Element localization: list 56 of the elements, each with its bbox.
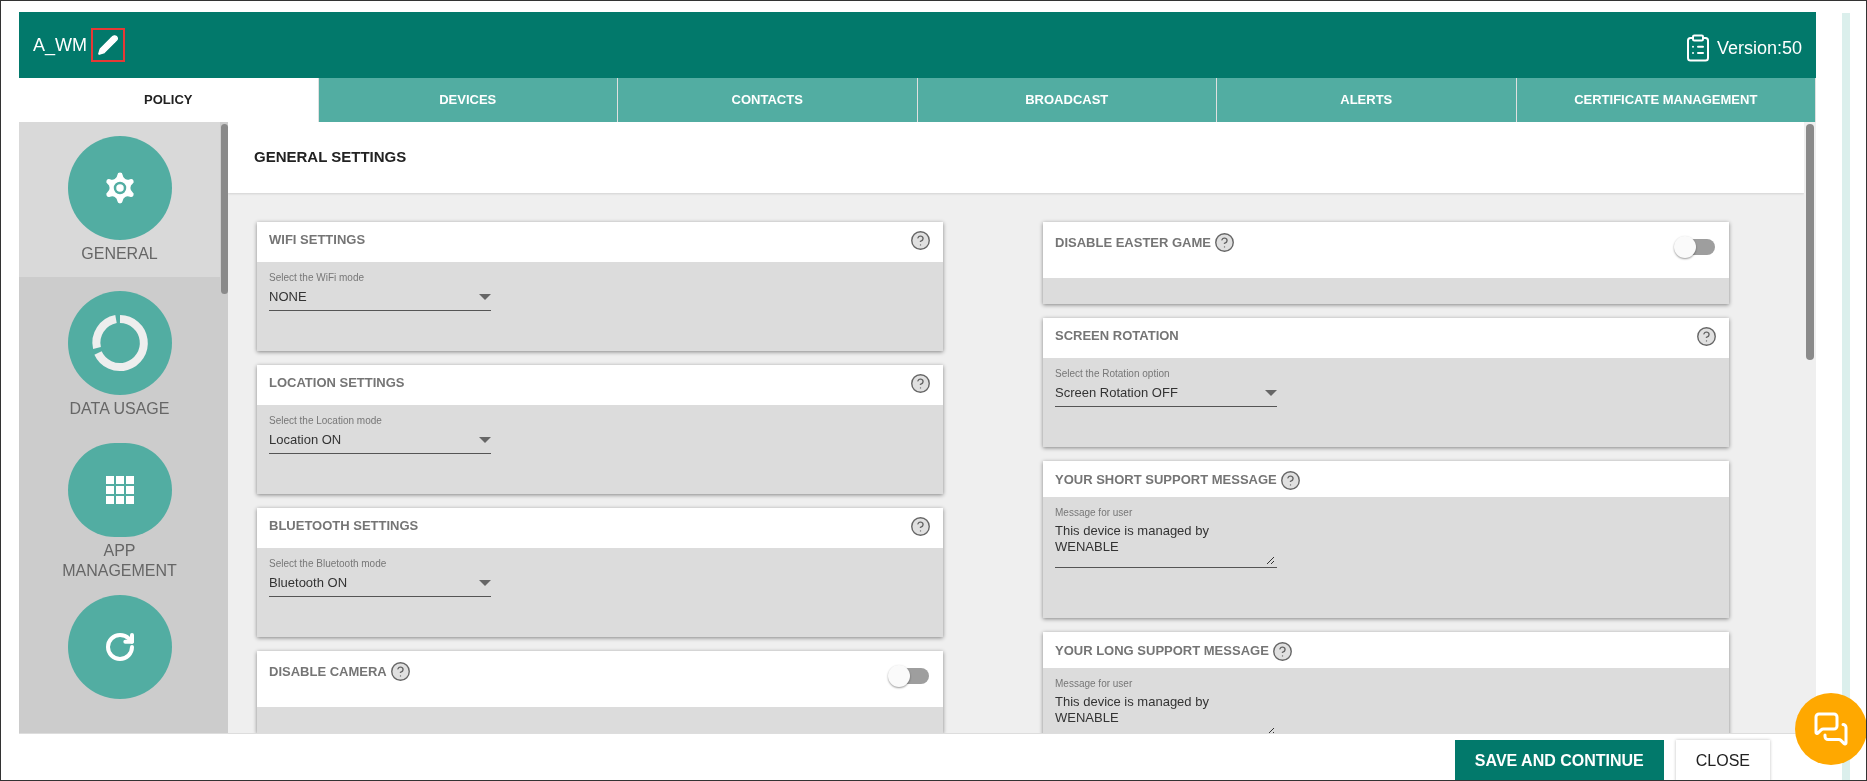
tab[interactable]: BROADCAST <box>917 78 1217 122</box>
dropdown-select[interactable]: NONE <box>269 285 491 311</box>
tab[interactable]: ALERTS <box>1217 78 1517 122</box>
card-title: YOUR LONG SUPPORT MESSAGE <box>1055 642 1269 661</box>
card-title: LOCATION SETTINGS <box>269 374 405 393</box>
version-label: Version:50 <box>1716 36 1802 60</box>
scrollbar-thumb[interactable] <box>1806 124 1814 360</box>
caret-icon <box>479 293 491 300</box>
tab[interactable]: CONTACTS <box>618 78 918 122</box>
help-icon[interactable] <box>1696 325 1717 347</box>
resize-handle-icon <box>1266 556 1275 565</box>
ring-chart-icon <box>89 313 150 373</box>
close-button[interactable]: CLOSE <box>1675 740 1770 780</box>
card-title: BLUETOOTH SETTINGS <box>269 517 419 536</box>
dropdown-select[interactable]: Location ON <box>269 428 491 454</box>
pencil-icon <box>97 34 119 56</box>
card-title: DISABLE EASTER GAME <box>1055 233 1211 252</box>
toggle-switch[interactable] <box>1673 235 1717 259</box>
card-title: WIFI SETTINGS <box>269 231 366 250</box>
tab[interactable]: DEVICES <box>318 78 618 122</box>
help-icon[interactable] <box>910 515 931 537</box>
toggle-switch[interactable] <box>887 664 931 688</box>
card-title: YOUR SHORT SUPPORT MESSAGE <box>1055 471 1277 490</box>
help-icon[interactable] <box>1279 469 1301 491</box>
edit-button[interactable] <box>91 28 125 62</box>
field-label: Select the Bluetooth mode <box>269 557 388 571</box>
sidebar-label: GENERAL <box>80 244 159 264</box>
caret-icon <box>1265 389 1277 396</box>
caret-icon <box>479 579 491 586</box>
caret-icon <box>479 436 491 443</box>
dropdown-select[interactable]: Bluetooth ON <box>269 571 491 597</box>
sidebar-item[interactable]: GENERAL <box>19 122 220 277</box>
policy-name: A_WM <box>33 33 87 58</box>
card-title: SCREEN ROTATION <box>1055 327 1179 346</box>
card-title: DISABLE CAMERA <box>269 662 387 681</box>
save-button[interactable]: SAVE AND CONTINUE <box>1454 740 1664 780</box>
field-label: Select the Rotation option <box>1055 367 1171 381</box>
field-label: Select the WiFi mode <box>269 271 366 285</box>
help-icon[interactable] <box>1214 232 1235 253</box>
help-icon[interactable] <box>389 661 411 682</box>
help-icon[interactable] <box>910 372 931 394</box>
grid-icon <box>105 476 134 504</box>
field-label: Message for user <box>1055 677 1134 691</box>
help-icon[interactable] <box>1271 640 1293 662</box>
field-label: Select the Location mode <box>269 414 383 428</box>
section-title: GENERAL SETTINGS <box>254 147 407 168</box>
message-textarea[interactable]: This device is managed by WENABLE <box>1055 520 1277 568</box>
field-label: Message for user <box>1055 506 1134 520</box>
scrollbar-thumb[interactable] <box>221 124 228 294</box>
sidebar-label: DATA USAGE <box>68 399 171 419</box>
tab[interactable]: CERTIFICATE MANAGEMENT <box>1516 78 1816 122</box>
sidebar-label: APP MANAGEMENT <box>61 541 178 581</box>
refresh-icon <box>103 631 136 663</box>
help-icon[interactable] <box>910 229 931 251</box>
chat-icon <box>1813 711 1849 747</box>
dropdown-select[interactable]: Screen Rotation OFF <box>1055 381 1277 407</box>
